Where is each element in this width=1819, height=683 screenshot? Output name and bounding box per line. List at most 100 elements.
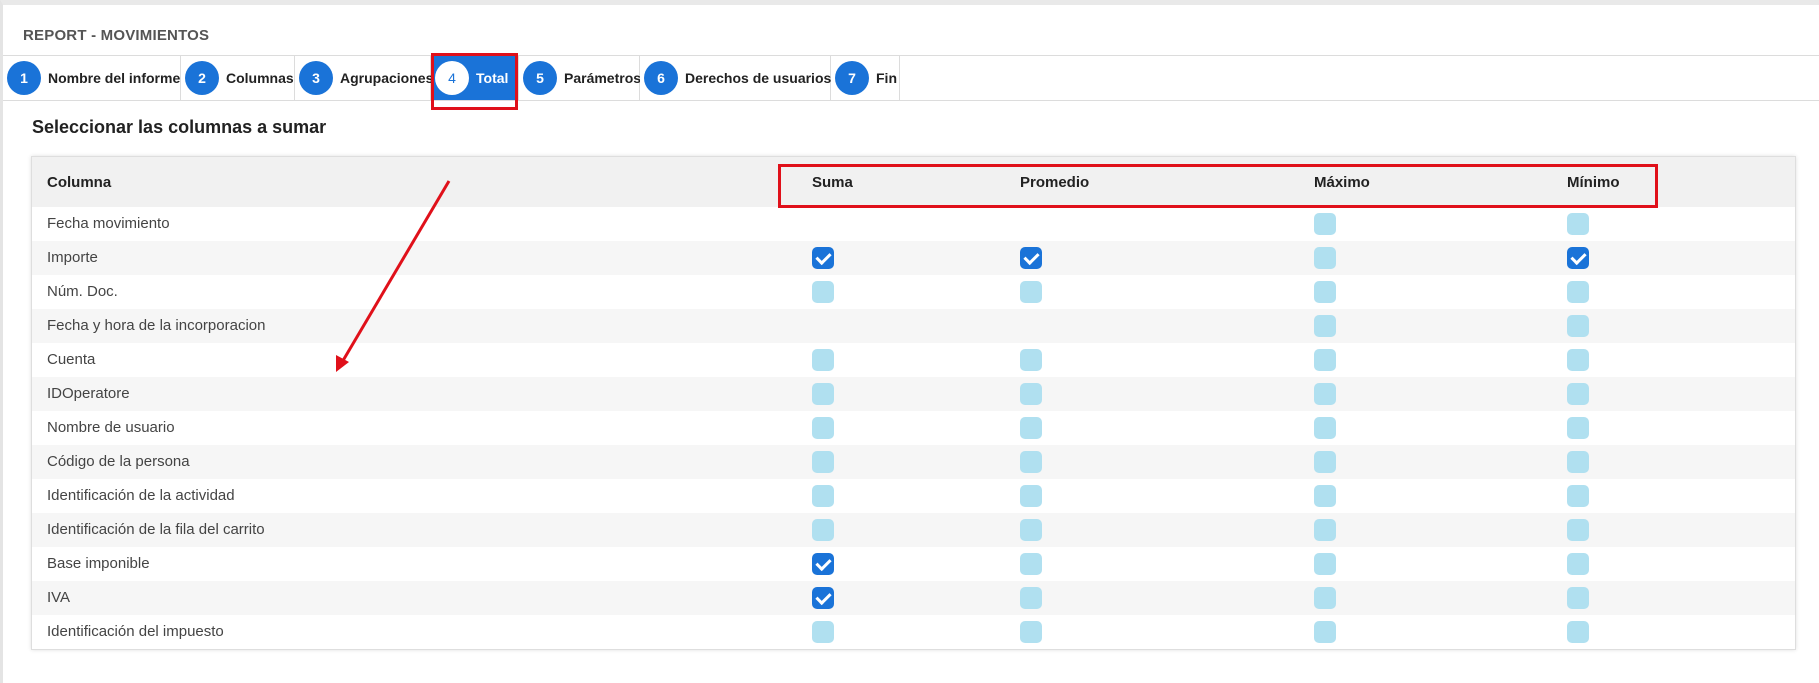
- minimo-checkbox[interactable]: [1567, 587, 1589, 609]
- suma-checkbox[interactable]: [812, 417, 834, 439]
- suma-checkbox[interactable]: [812, 349, 834, 371]
- maximo-checkbox[interactable]: [1314, 315, 1336, 337]
- table-row: Fecha y hora de la incorporacion: [32, 309, 1795, 343]
- step-number: 7: [835, 61, 869, 95]
- minimo-checkbox[interactable]: [1567, 213, 1589, 235]
- tab-parametros[interactable]: 5 Parámetros: [519, 56, 642, 100]
- tab-columnas[interactable]: 2 Columnas: [181, 56, 295, 100]
- maximo-checkbox[interactable]: [1314, 451, 1336, 473]
- promedio-checkbox[interactable]: [1020, 349, 1042, 371]
- promedio-checkbox[interactable]: [1020, 553, 1042, 575]
- table-row: IVA: [32, 581, 1795, 615]
- promedio-checkbox[interactable]: [1020, 519, 1042, 541]
- maximo-checkbox[interactable]: [1314, 383, 1336, 405]
- tab-label: Derechos de usuarios: [685, 70, 832, 86]
- promedio-checkbox[interactable]: [1020, 247, 1042, 269]
- row-column-name: Identificación de la actividad: [47, 487, 235, 504]
- suma-checkbox[interactable]: [812, 621, 834, 643]
- tab-label: Agrupaciones: [340, 70, 434, 86]
- promedio-checkbox[interactable]: [1020, 587, 1042, 609]
- section-title: Seleccionar las columnas a sumar: [32, 117, 327, 137]
- table-row: Base imponible: [32, 547, 1795, 581]
- header-minimo: Mínimo: [1567, 174, 1620, 191]
- step-number: 5: [523, 61, 557, 95]
- suma-checkbox[interactable]: [812, 519, 834, 541]
- maximo-checkbox[interactable]: [1314, 621, 1336, 643]
- row-column-name: IDOperatore: [47, 385, 130, 402]
- row-column-name: Cuenta: [47, 351, 96, 368]
- maximo-checkbox[interactable]: [1314, 349, 1336, 371]
- step-number: 6: [644, 61, 678, 95]
- table-row: Identificación del impuesto: [32, 615, 1795, 649]
- suma-checkbox[interactable]: [812, 383, 834, 405]
- suma-checkbox[interactable]: [812, 247, 834, 269]
- header-maximo: Máximo: [1314, 174, 1370, 191]
- minimo-checkbox[interactable]: [1567, 281, 1589, 303]
- tab-agrupaciones[interactable]: 3 Agrupaciones: [295, 56, 434, 100]
- suma-checkbox[interactable]: [812, 451, 834, 473]
- minimo-checkbox[interactable]: [1567, 451, 1589, 473]
- table-row: Identificación de la actividad: [32, 479, 1795, 513]
- header-promedio: Promedio: [1020, 174, 1090, 191]
- step-number: 2: [185, 61, 219, 95]
- row-column-name: Núm. Doc.: [47, 283, 118, 300]
- maximo-checkbox[interactable]: [1314, 519, 1336, 541]
- suma-checkbox[interactable]: [812, 553, 834, 575]
- tab-nombre-del-informe[interactable]: 1 Nombre del informe: [3, 56, 181, 100]
- minimo-checkbox[interactable]: [1567, 417, 1589, 439]
- row-column-name: Importe: [47, 249, 98, 266]
- tab-label: Columnas: [226, 70, 294, 86]
- maximo-checkbox[interactable]: [1314, 417, 1336, 439]
- table-header: Columna Suma Promedio Máximo Mínimo: [32, 157, 1795, 207]
- table-row: IDOperatore: [32, 377, 1795, 411]
- maximo-checkbox[interactable]: [1314, 553, 1336, 575]
- header-suma: Suma: [812, 174, 853, 191]
- promedio-checkbox[interactable]: [1020, 451, 1042, 473]
- row-column-name: Identificación del impuesto: [47, 623, 224, 640]
- table-body: Fecha movimiento Importe Núm. Doc. Fecha y …: [32, 207, 1795, 649]
- promedio-checkbox[interactable]: [1020, 485, 1042, 507]
- tab-total[interactable]: 4 Total: [431, 56, 519, 100]
- totals-table: Columna Suma Promedio Máximo Mínimo Fech…: [31, 156, 1796, 650]
- row-column-name: IVA: [47, 589, 71, 606]
- table-row: Cuenta: [32, 343, 1795, 377]
- table-row: Nombre de usuario: [32, 411, 1795, 445]
- maximo-checkbox[interactable]: [1314, 485, 1336, 507]
- table-row: Identificación de la fila del carrito: [32, 513, 1795, 547]
- minimo-checkbox[interactable]: [1567, 315, 1589, 337]
- wizard-steps: 1 Nombre del informe 2 Columnas 3 Agrupa…: [3, 55, 1819, 101]
- maximo-checkbox[interactable]: [1314, 281, 1336, 303]
- minimo-checkbox[interactable]: [1567, 383, 1589, 405]
- table-row: Fecha movimiento: [32, 207, 1795, 241]
- minimo-checkbox[interactable]: [1567, 519, 1589, 541]
- tab-label: Parámetros: [564, 70, 642, 86]
- minimo-checkbox[interactable]: [1567, 349, 1589, 371]
- minimo-checkbox[interactable]: [1567, 485, 1589, 507]
- tab-derechos-de-usuarios[interactable]: 6 Derechos de usuarios: [640, 56, 831, 100]
- step-number: 4: [435, 61, 469, 95]
- suma-checkbox[interactable]: [812, 587, 834, 609]
- minimo-checkbox[interactable]: [1567, 553, 1589, 575]
- row-column-name: Nombre de usuario: [47, 419, 175, 436]
- maximo-checkbox[interactable]: [1314, 213, 1336, 235]
- table-row: Núm. Doc.: [32, 275, 1795, 309]
- row-column-name: Identificación de la fila del carrito: [47, 521, 265, 538]
- step-number: 1: [7, 61, 41, 95]
- tab-label: Total: [476, 70, 509, 86]
- tab-fin[interactable]: 7 Fin: [831, 56, 900, 100]
- maximo-checkbox[interactable]: [1314, 247, 1336, 269]
- promedio-checkbox[interactable]: [1020, 281, 1042, 303]
- promedio-checkbox[interactable]: [1020, 383, 1042, 405]
- promedio-checkbox[interactable]: [1020, 417, 1042, 439]
- promedio-checkbox[interactable]: [1020, 621, 1042, 643]
- tab-label: Fin: [876, 70, 897, 86]
- row-column-name: Fecha movimiento: [47, 215, 170, 232]
- row-column-name: Código de la persona: [47, 453, 190, 470]
- row-column-name: Fecha y hora de la incorporacion: [47, 317, 266, 334]
- minimo-checkbox[interactable]: [1567, 621, 1589, 643]
- report-title: REPORT - MOVIMIENTOS: [23, 27, 210, 44]
- suma-checkbox[interactable]: [812, 281, 834, 303]
- minimo-checkbox[interactable]: [1567, 247, 1589, 269]
- maximo-checkbox[interactable]: [1314, 587, 1336, 609]
- suma-checkbox[interactable]: [812, 485, 834, 507]
